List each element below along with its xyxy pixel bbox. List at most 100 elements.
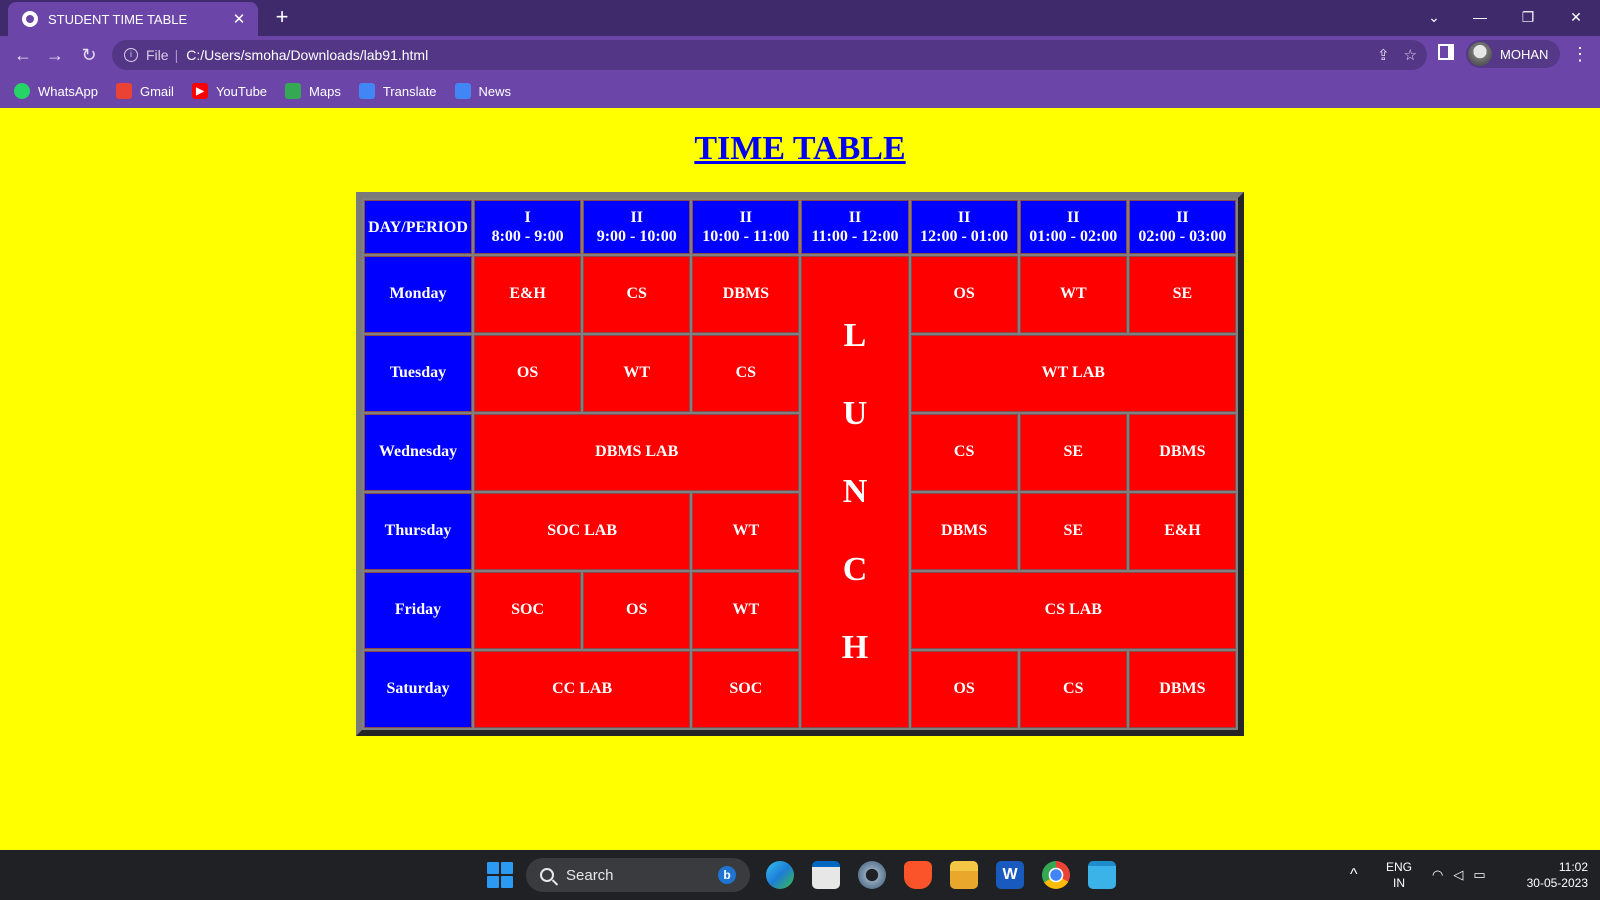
day-label: Thursday [364,492,472,570]
period-num: II [630,209,643,226]
period-time: 10:00 - 11:00 [702,228,790,245]
battery-icon: ▭ [1473,867,1486,882]
subject-cell: E&H [474,256,582,333]
period-header: II 9:00 - 10:00 [583,200,691,254]
period-num: II [957,209,971,226]
period-time: 02:00 - 03:00 [1138,228,1227,245]
bookmarks-bar: WhatsApp Gmail ▶ YouTube Maps Translate … [0,74,1600,108]
show-hidden-icons-chevron[interactable]: ^ [1350,850,1358,900]
search-icon [540,868,554,882]
bookmark-label: Translate [382,83,437,99]
close-window-button[interactable]: ✕ [1558,4,1594,30]
period-time: 9:00 - 10:00 [596,228,677,245]
settings-icon[interactable] [858,861,886,889]
day-label: Tuesday [364,334,472,412]
subject-cell: WT [1019,256,1127,333]
back-button[interactable]: ← [10,43,36,69]
volume-icon: ◁ [1453,867,1464,882]
language-indicator[interactable]: ENG IN [1386,850,1412,900]
tab-search-dropdown-icon[interactable]: ⌄ [1416,4,1452,30]
share-icon[interactable]: ⇪ [1377,46,1390,64]
bing-icon[interactable]: b [718,866,736,884]
row-tuesday: Tuesday OS WT CS WT LAB [364,334,1236,412]
day-label: Saturday [364,650,472,728]
row-wednesday: Wednesday DBMS LAB CS SE DBMS [364,413,1236,491]
browser-menu-icon[interactable]: ⋮ [1570,40,1590,68]
notepad-icon[interactable] [1088,861,1116,889]
period-time: 11:00 - 12:00 [811,228,899,245]
clock-date: 30-05-2023 [1526,876,1588,890]
clock[interactable]: 11:02 30-05-2023 [1514,850,1588,900]
subject-cell: SE [1128,256,1236,333]
row-saturday: Saturday CC LAB SOC OS CS DBMS [364,650,1236,728]
bookmark-label: Maps [309,83,341,99]
globe-icon [22,11,38,27]
address-scheme: File [146,47,169,63]
period-num: II [848,209,862,226]
page-content: TIME TABLE DAY/PERIOD I 8:00 - 9:00 II 9:0… [0,108,1600,850]
news-icon [454,83,471,99]
subject-cell: DBMS [910,492,1018,570]
windows-start-icon[interactable] [486,861,514,889]
maps-icon [285,83,302,99]
address-separator: | [174,47,179,63]
file-explorer-icon[interactable] [950,861,978,889]
region-code: IN [1393,876,1405,890]
lunch-letter: U [842,395,868,432]
day-label: Monday [364,256,472,333]
bookmark-maps[interactable]: Maps [285,83,341,99]
system-status[interactable]: ◠ ◁ ▭ [1432,850,1486,900]
period-time: 12:00 - 01:00 [920,228,1009,245]
info-icon[interactable]: i [124,48,138,62]
subject-cell: OS [583,571,691,649]
lab-cell: DBMS LAB [474,413,800,491]
lab-cell: SOC LAB [474,492,691,570]
day-label: Friday [364,571,472,649]
period-num: I [524,209,531,226]
bookmark-label: WhatsApp [38,83,98,99]
chrome-icon[interactable] [1042,861,1070,889]
reload-button[interactable]: ↻ [76,43,102,69]
subject-cell: DBMS [692,256,800,333]
taskbar-search[interactable]: Search b [526,858,750,892]
bookmark-label: YouTube [215,83,268,99]
period-header: II 01:00 - 02:00 [1019,200,1127,254]
bookmark-gmail[interactable]: Gmail [115,83,174,99]
address-bar[interactable]: i File | C:/Users/smoha/Downloads/lab91.… [112,40,1427,70]
bookmark-news[interactable]: News [454,83,511,99]
forward-button[interactable]: → [42,43,68,69]
profile-name: MOHAN [1500,46,1549,62]
browser-toolbar: ← → ↻ i File | C:/Users/smoha/Downloads/… [0,36,1600,74]
bookmark-youtube[interactable]: ▶ YouTube [191,83,268,99]
tab-active[interactable]: STUDENT TIME TABLE ✕ [8,2,258,36]
subject-cell: DBMS [1128,413,1236,491]
edge-icon[interactable] [766,861,794,889]
new-tab-button[interactable]: + [270,6,294,30]
translate-icon [358,83,375,99]
period-header: I 8:00 - 9:00 [474,200,582,254]
store-icon[interactable] [812,861,840,889]
period-header: II 11:00 - 12:00 [801,200,909,254]
period-num: II [739,209,753,226]
subject-cell: CS [583,256,691,333]
bookmark-whatsapp[interactable]: WhatsApp [14,83,98,99]
language-code: ENG [1386,860,1413,874]
subject-cell: CS [1019,650,1127,728]
lunch-cell: L U N C H [801,256,909,728]
bookmark-star-icon[interactable]: ☆ [1404,46,1417,64]
address-url[interactable]: C:/Users/smoha/Downloads/lab91.html [186,47,428,63]
profile-button[interactable]: MOHAN [1466,40,1561,68]
bookmark-translate[interactable]: Translate [358,83,437,99]
tab-title: STUDENT TIME TABLE [48,11,188,27]
restore-button[interactable]: ❐ [1510,4,1546,30]
subject-cell: SE [1019,413,1127,491]
tab-close-icon[interactable]: ✕ [230,10,248,28]
period-num: II [1067,209,1080,226]
brave-icon[interactable] [904,861,932,889]
minimize-button[interactable]: — [1462,4,1498,30]
subject-cell: WT [692,492,800,570]
word-icon[interactable]: W [996,861,1024,889]
side-panel-icon[interactable] [1438,44,1454,60]
lunch-letter: C [842,551,868,588]
header-row: DAY/PERIOD I 8:00 - 9:00 II 9:00 - 10:00 I… [364,200,1236,254]
